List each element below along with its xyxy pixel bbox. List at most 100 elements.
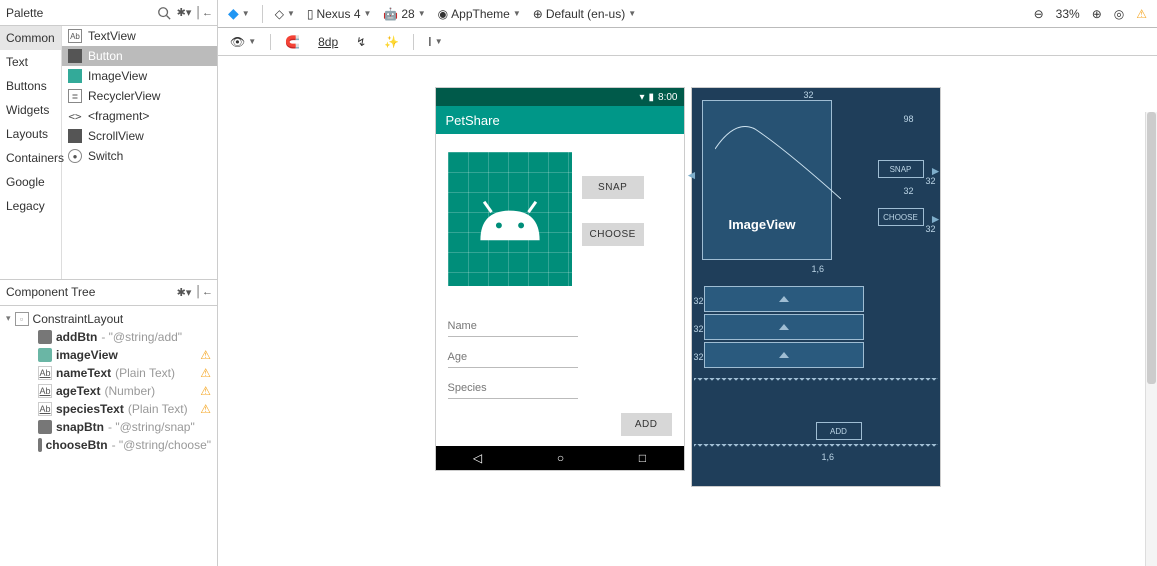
- design-surface-dropdown[interactable]: ◆▼: [224, 3, 254, 24]
- layout-icon: ▫: [15, 312, 29, 326]
- palette-cat-google[interactable]: Google: [0, 170, 61, 194]
- wifi-icon: ▾: [639, 92, 644, 103]
- bp-age-field[interactable]: [704, 314, 864, 340]
- bp-species-field[interactable]: [704, 342, 864, 368]
- arrow-right-icon: ►: [930, 164, 942, 178]
- tree-row[interactable]: imageView⚠: [2, 346, 215, 364]
- status-time: 8:00: [658, 92, 677, 103]
- imageview-preview[interactable]: [448, 152, 572, 286]
- palette-item-scrollview[interactable]: ScrollView: [62, 126, 217, 146]
- device-dropdown[interactable]: ▯Nexus 4▼: [303, 5, 376, 23]
- add-button[interactable]: ADD: [621, 413, 672, 436]
- orientation-dropdown[interactable]: ◇▼: [271, 5, 299, 23]
- palette-cat-common[interactable]: Common: [0, 26, 61, 50]
- locale-dropdown[interactable]: ⊕Default (en-us)▼: [529, 5, 640, 23]
- palette-item-textview[interactable]: AbTextView: [62, 26, 217, 46]
- main-toolbar: ◆▼ ◇▼ ▯Nexus 4▼ 🤖28▼ ◉AppTheme▼ ⊕Default…: [218, 0, 1157, 28]
- zoom-fit-button[interactable]: ◎: [1110, 5, 1128, 23]
- warning-icon: ⚠: [200, 384, 211, 398]
- sub-toolbar: 👁 ▼ 🧲 8dp ↯ ✨ Ⅰ ▼: [218, 28, 1157, 56]
- theme-dropdown[interactable]: ◉AppTheme▼: [434, 5, 525, 23]
- status-bar: ▾ ▮ 8:00: [436, 88, 684, 106]
- margin-label: 32: [804, 90, 814, 100]
- gear-icon[interactable]: ✱▾: [177, 285, 191, 299]
- design-canvas[interactable]: ▾ ▮ 8:00 PetShare SNAP: [218, 56, 1157, 566]
- palette-cat-legacy[interactable]: Legacy: [0, 194, 61, 218]
- default-margin[interactable]: 8dp: [314, 33, 342, 51]
- palette-cat-buttons[interactable]: Buttons: [0, 74, 61, 98]
- button-icon: [38, 438, 42, 452]
- margin-label: 98: [903, 114, 913, 124]
- bp-imageview[interactable]: ImageView: [702, 100, 832, 260]
- bp-snap-button[interactable]: SNAP: [878, 160, 924, 178]
- choose-button[interactable]: CHOOSE: [582, 223, 644, 246]
- component-tree: ▾ ▫ ConstraintLayout addBtn- "@string/ad…: [0, 306, 217, 566]
- palette-item-imageview[interactable]: ImageView: [62, 66, 217, 86]
- collapse-icon[interactable]: │←: [197, 285, 211, 299]
- search-icon[interactable]: [157, 6, 171, 20]
- battery-icon: ▮: [649, 92, 655, 103]
- view-options-dropdown[interactable]: 👁 ▼: [226, 33, 260, 51]
- margin-label: 32: [694, 324, 704, 334]
- species-field[interactable]: Species: [448, 378, 578, 399]
- zoom-out-button[interactable]: ⊖: [1030, 5, 1048, 23]
- vertical-scrollbar[interactable]: [1145, 112, 1157, 566]
- infer-constraints-icon[interactable]: ✨: [380, 33, 403, 51]
- age-field[interactable]: Age: [448, 347, 578, 368]
- tree-row[interactable]: addBtn- "@string/add": [2, 328, 215, 346]
- clear-constraints-icon[interactable]: ↯: [352, 33, 370, 51]
- tree-row[interactable]: AbnameText(Plain Text)⚠: [2, 364, 215, 382]
- bp-name-field[interactable]: [704, 286, 864, 312]
- blueprint-view[interactable]: 32 98 32 32 32 ImageView 1,6 SNAP CHOOSE…: [692, 88, 940, 486]
- recent-icon[interactable]: □: [639, 451, 646, 465]
- app-title: PetShare: [446, 113, 500, 128]
- tree-row[interactable]: AbspeciesText(Plain Text)⚠: [2, 400, 215, 418]
- rotate-icon: ◇: [275, 7, 284, 21]
- bp-add-button[interactable]: ADD: [816, 422, 862, 440]
- tree-row[interactable]: snapBtn- "@string/snap": [2, 418, 215, 436]
- phone-icon: ▯: [307, 7, 314, 21]
- api-dropdown[interactable]: 🤖28▼: [379, 5, 429, 23]
- warning-icon[interactable]: ⚠: [1132, 5, 1151, 23]
- text-icon: Ab: [38, 384, 52, 398]
- collapse-icon[interactable]: │←: [197, 6, 211, 20]
- arrow-left-icon: ◄: [686, 168, 698, 182]
- warning-icon: ⚠: [200, 366, 211, 380]
- gear-icon[interactable]: ✱▾: [177, 6, 191, 20]
- tree-header: Component Tree ✱▾ │←: [0, 280, 217, 306]
- zoom-in-button[interactable]: ⊕: [1088, 5, 1106, 23]
- palette-cat-containers[interactable]: Containers: [0, 146, 61, 170]
- home-icon[interactable]: ○: [557, 451, 564, 465]
- palette-cat-text[interactable]: Text: [0, 50, 61, 74]
- guidelines-dropdown[interactable]: Ⅰ ▼: [424, 33, 446, 51]
- warning-icon: ⚠: [200, 402, 211, 416]
- palette-header: Palette ✱▾ │←: [0, 0, 217, 26]
- palette-item-button[interactable]: Button: [62, 46, 217, 66]
- name-field[interactable]: Name: [448, 316, 578, 337]
- device-preview: ▾ ▮ 8:00 PetShare SNAP: [436, 88, 684, 470]
- tree-row-root[interactable]: ▾ ▫ ConstraintLayout: [2, 310, 215, 328]
- android-navbar: ◁ ○ □: [436, 446, 684, 470]
- palette-item-recyclerview[interactable]: ≣RecyclerView: [62, 86, 217, 106]
- globe-icon: ⊕: [533, 7, 543, 21]
- palette-item-switch[interactable]: ●Switch: [62, 146, 217, 166]
- palette-categories: Common Text Buttons Widgets Layouts Cont…: [0, 26, 62, 279]
- arrow-right-icon: ►: [930, 212, 942, 226]
- magnet-icon[interactable]: 🧲: [281, 33, 304, 51]
- android-icon: [473, 194, 547, 245]
- margin-label: 32: [903, 186, 913, 196]
- app-bar: PetShare: [436, 106, 684, 134]
- button-icon: [38, 420, 52, 434]
- bp-choose-button[interactable]: CHOOSE: [878, 208, 924, 226]
- margin-label: 32: [694, 296, 704, 306]
- tree-row[interactable]: chooseBtn- "@string/choose": [2, 436, 215, 454]
- snap-button[interactable]: SNAP: [582, 176, 644, 199]
- tree-row[interactable]: AbageText(Number)⚠: [2, 382, 215, 400]
- palette-item-fragment[interactable]: <><fragment>: [62, 106, 217, 126]
- android-icon: 🤖: [383, 7, 398, 21]
- palette-cat-widgets[interactable]: Widgets: [0, 98, 61, 122]
- palette-title: Palette: [6, 6, 43, 20]
- palette-cat-layouts[interactable]: Layouts: [0, 122, 61, 146]
- back-icon[interactable]: ◁: [473, 451, 482, 465]
- zigzag-icon: [694, 444, 938, 450]
